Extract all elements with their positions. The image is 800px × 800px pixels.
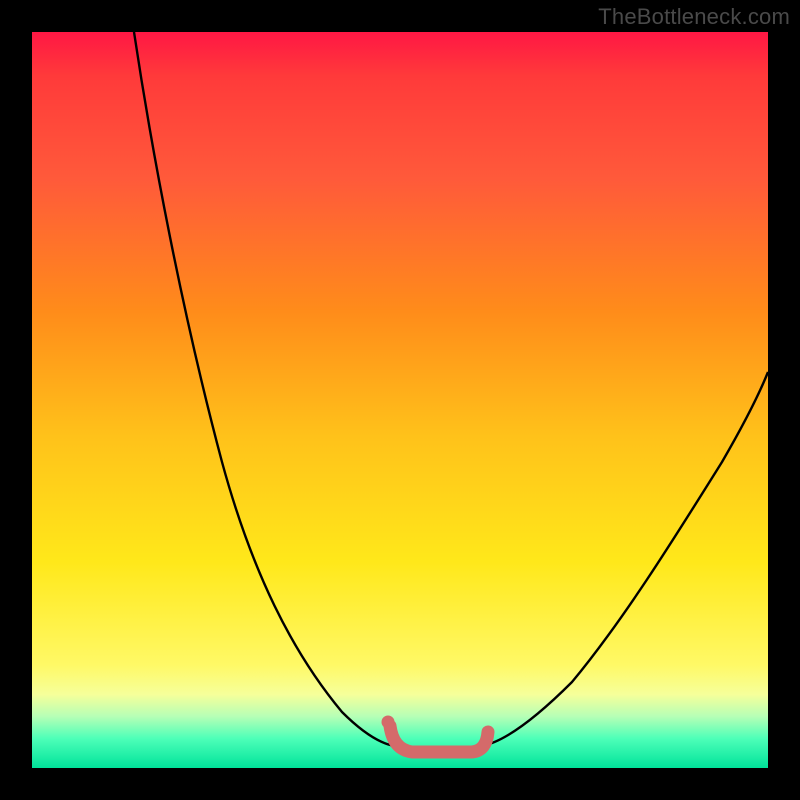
left-curve xyxy=(134,32,394,746)
plot-area xyxy=(32,32,768,768)
valley-marker xyxy=(390,726,488,752)
curves-svg xyxy=(32,32,768,768)
chart-frame: TheBottleneck.com xyxy=(0,0,800,800)
valley-dot xyxy=(382,716,395,729)
right-curve xyxy=(482,372,768,746)
watermark-text: TheBottleneck.com xyxy=(598,4,790,30)
